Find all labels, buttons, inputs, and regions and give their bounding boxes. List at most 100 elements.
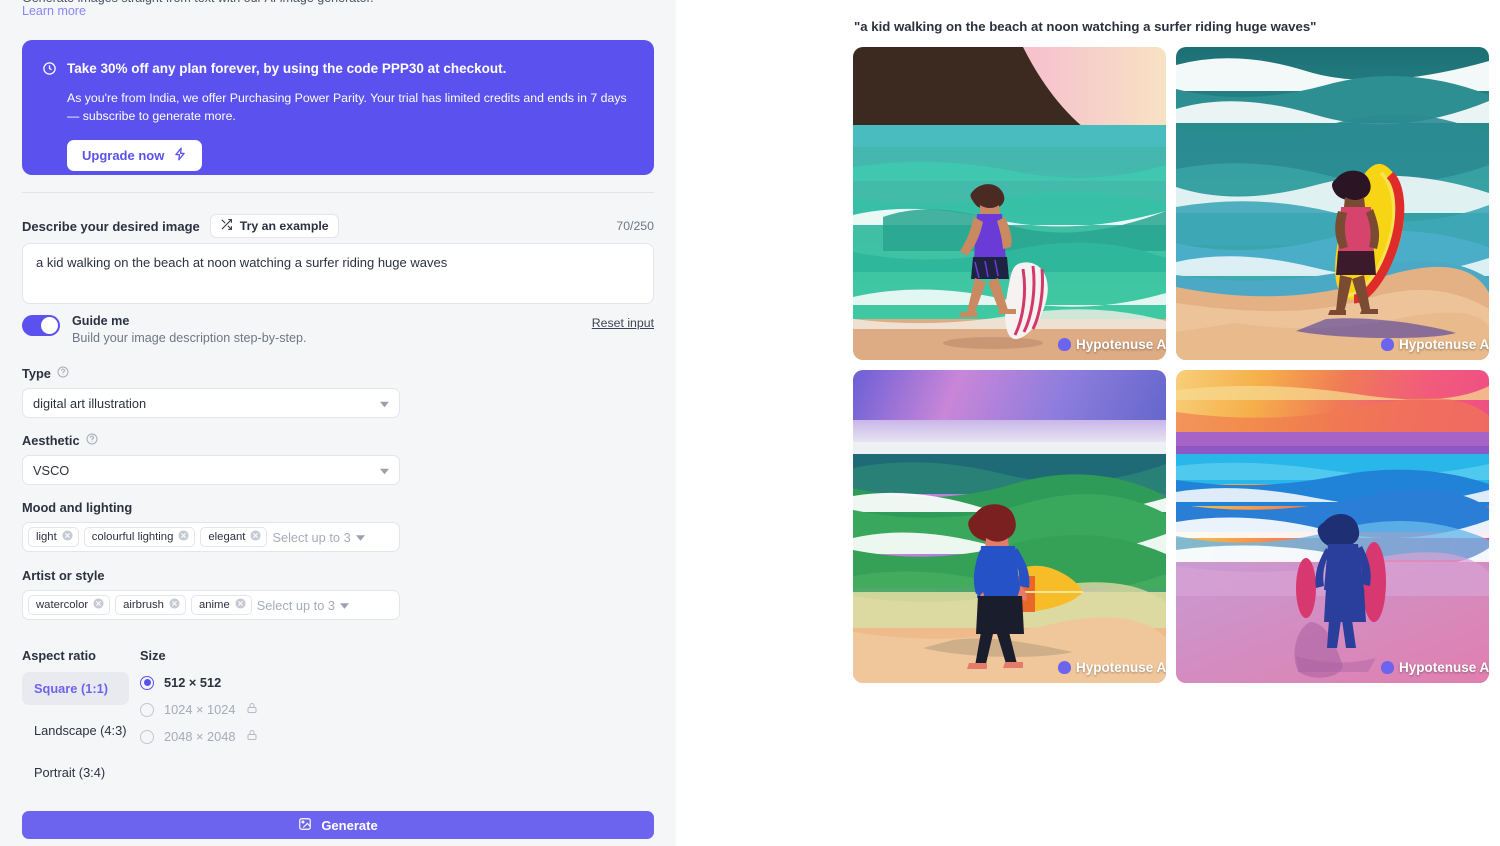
size-option-2048-label: 2048 × 2048 (164, 729, 236, 744)
chip-artist-1-label: airbrush (123, 599, 164, 611)
aesthetic-select[interactable]: VSCO (22, 455, 400, 485)
aspect-ratio-heading: Aspect ratio (22, 648, 96, 663)
promo-title-before: Take 30% off any plan forever, by using … (67, 61, 382, 76)
lock-icon (246, 729, 258, 744)
type-select-value: digital art illustration (33, 395, 147, 411)
size-option-512-label: 512 × 512 (164, 675, 222, 690)
chip-mood-1-label: colourful lighting (91, 531, 174, 543)
results-panel: "a kid walking on the beach at noon watc… (676, 0, 1500, 846)
promo-title-after: at checkout. (423, 61, 507, 76)
upgrade-now-label: Upgrade now (82, 147, 165, 163)
aspect-ratio-square[interactable]: Square (1:1) (22, 672, 129, 705)
lightning-icon (173, 147, 187, 164)
radio-icon (140, 702, 154, 717)
field-mood-label-text: Mood and lighting (22, 500, 133, 515)
chevron-down-icon (340, 596, 349, 614)
remove-chip-icon[interactable] (235, 598, 246, 612)
remove-chip-icon[interactable] (93, 598, 104, 612)
try-an-example-label: Try an example (239, 219, 329, 233)
remove-chip-icon[interactable] (178, 530, 189, 544)
promo-body: As you're from India, we offer Purchasin… (67, 91, 627, 124)
size-option-1024[interactable]: 1024 × 1024 (140, 702, 370, 717)
guide-me-row: Guide me Build your image description st… (22, 314, 654, 345)
learn-more-link[interactable]: Learn more (22, 4, 86, 18)
result-image-4[interactable]: Hypotenuse AI (1176, 370, 1489, 683)
guide-me-label: Guide me (72, 314, 130, 328)
help-icon[interactable] (57, 366, 69, 381)
prompt-input[interactable] (22, 243, 654, 304)
result-image-1-art (853, 47, 1166, 360)
upgrade-now-button[interactable]: Upgrade now (67, 139, 203, 171)
help-icon[interactable] (86, 433, 98, 448)
generate-button[interactable]: Generate (22, 811, 654, 839)
guide-me-subtitle: Build your image description step-by-ste… (72, 331, 307, 345)
result-image-2-art (1176, 47, 1489, 360)
mood-placeholder: Select up to 3 (272, 529, 351, 545)
result-image-3[interactable]: Hypotenuse AI (853, 370, 1166, 683)
aspect-ratio-group: Aspect ratio Square (1:1) Landscape (4:3… (22, 648, 132, 789)
image-icon (298, 817, 312, 834)
reset-input-link[interactable]: Reset input (592, 316, 654, 330)
size-option-512[interactable]: 512 × 512 (140, 675, 370, 690)
result-image-3-art (853, 370, 1166, 683)
artist-placeholder: Select up to 3 (256, 597, 335, 613)
field-aesthetic: Aesthetic VSCO (22, 433, 400, 485)
promo-code: PPP30 (381, 61, 424, 76)
guide-me-text: Guide me Build your image description st… (72, 314, 307, 345)
field-mood-label: Mood and lighting (22, 500, 400, 515)
field-aesthetic-label: Aesthetic (22, 433, 400, 448)
chip-artist-1[interactable]: airbrush (115, 595, 186, 615)
aspect-ratio-landscape[interactable]: Landscape (4:3) (22, 714, 129, 747)
remove-chip-icon[interactable] (62, 530, 73, 544)
field-type: Type digital art illustration (22, 366, 400, 418)
clock-icon (42, 61, 57, 81)
mood-multiselect[interactable]: light colourful lighting elegant Select … (22, 522, 400, 552)
type-select[interactable]: digital art illustration (22, 388, 400, 418)
size-option-2048[interactable]: 2048 × 2048 (140, 729, 370, 744)
artist-multiselect[interactable]: watercolor airbrush anime Select up to 3 (22, 590, 400, 620)
size-option-1024-label: 1024 × 1024 (164, 702, 236, 717)
result-prompt-title: "a kid walking on the beach at noon watc… (854, 19, 1317, 34)
size-heading: Size (140, 648, 166, 663)
field-artist-label-text: Artist or style (22, 568, 105, 583)
field-mood-and-lighting: Mood and lighting light colourful lighti… (22, 500, 400, 552)
character-counter: 70/250 (616, 219, 654, 233)
chip-mood-2[interactable]: elegant (200, 527, 268, 547)
toggle-knob (41, 317, 58, 334)
chevron-down-icon (380, 396, 389, 411)
chip-mood-2-label: elegant (208, 531, 246, 543)
remove-chip-icon[interactable] (169, 598, 180, 612)
chip-mood-0[interactable]: light (28, 527, 79, 547)
generate-label: Generate (321, 817, 378, 833)
field-aesthetic-label-text: Aesthetic (22, 433, 80, 448)
radio-icon (140, 729, 154, 744)
remove-chip-icon[interactable] (250, 530, 261, 544)
field-type-label-text: Type (22, 366, 51, 381)
chevron-down-icon (355, 528, 365, 546)
field-type-label: Type (22, 366, 400, 381)
chip-artist-2[interactable]: anime (190, 595, 252, 615)
try-an-example-button[interactable]: Try an example (209, 214, 339, 238)
chip-mood-1[interactable]: colourful lighting (83, 527, 196, 547)
chevron-down-icon (380, 463, 389, 478)
aspect-ratio-portrait[interactable]: Portrait (3:4) (22, 756, 129, 789)
chip-artist-0[interactable]: watercolor (28, 595, 111, 615)
describe-label: Describe your desired image (22, 218, 200, 234)
result-image-4-art (1176, 370, 1489, 683)
describe-row: Describe your desired image Try an examp… (22, 214, 654, 238)
guide-me-toggle[interactable] (22, 315, 60, 336)
results-grid: Hypotenuse AI Hypotenuse AI Hypotenuse A… (853, 47, 1489, 683)
result-image-1[interactable]: Hypotenuse AI (853, 47, 1166, 360)
chip-artist-2-label: anime (198, 599, 230, 611)
field-artist-label: Artist or style (22, 568, 400, 583)
image-generator-app: Generate images straight from text with … (0, 0, 1500, 846)
chip-mood-0-label: light (36, 531, 57, 543)
promo-title: Take 30% off any plan forever, by using … (67, 60, 506, 78)
lock-icon (246, 702, 258, 717)
shuffle-icon (220, 218, 233, 234)
section-divider (22, 192, 654, 193)
promo-banner: Take 30% off any plan forever, by using … (22, 40, 654, 175)
radio-icon (140, 675, 154, 690)
result-image-2[interactable]: Hypotenuse AI (1176, 47, 1489, 360)
settings-panel: Generate images straight from text with … (0, 0, 676, 846)
